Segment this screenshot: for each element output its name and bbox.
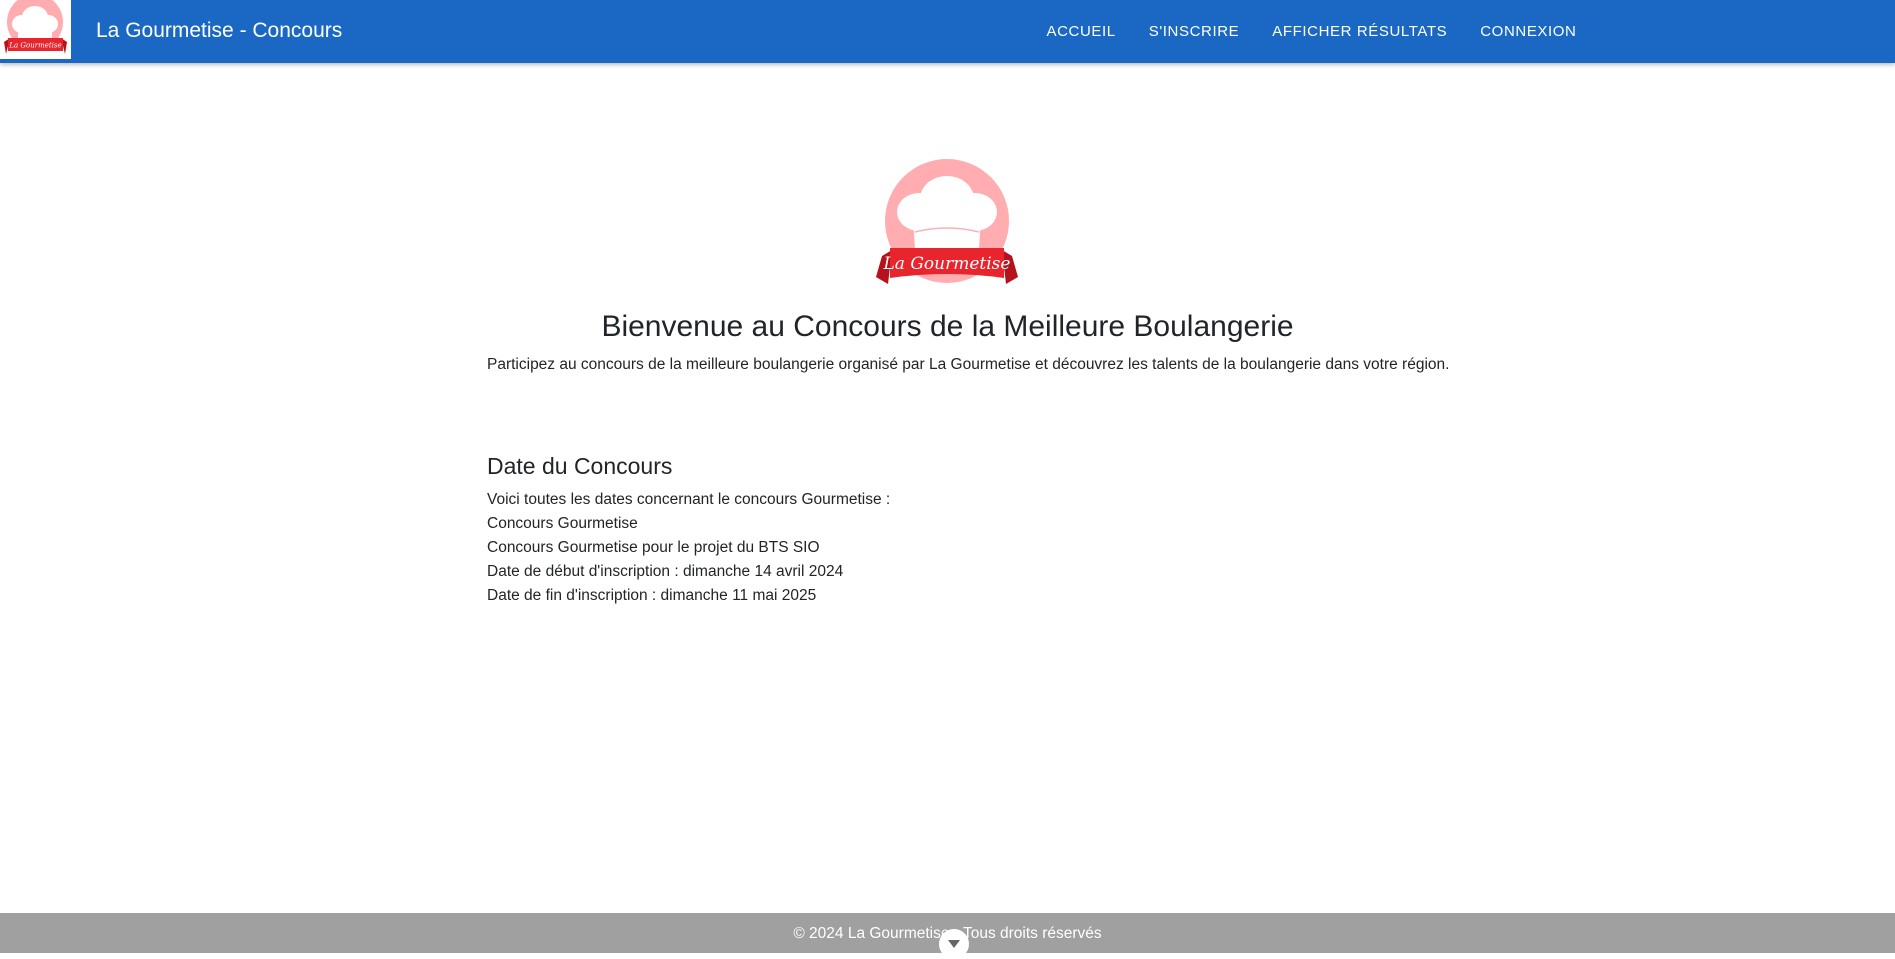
- dates-info: Voici toutes les dates concernant le con…: [487, 488, 890, 608]
- intro-text: Participez au concours de la meilleure b…: [487, 356, 1450, 373]
- nav-link-resultats[interactable]: Afficher résultats: [1256, 23, 1464, 40]
- hero-logo: La Gourmetise: [876, 158, 1018, 290]
- nav-link-inscrire[interactable]: S'inscrire: [1132, 23, 1256, 40]
- nav-link-connexion[interactable]: Connexion: [1464, 23, 1593, 40]
- chef-hat-logo-icon: La Gourmetise: [876, 159, 1018, 284]
- scroll-toggle-button[interactable]: [939, 929, 969, 959]
- navbar-brand[interactable]: La Gourmetise - Concours: [96, 19, 342, 43]
- registration-end-date: Date de fin d'inscription : dimanche 11 …: [487, 587, 817, 604]
- navbar-logo-text: La Gourmetise: [8, 42, 61, 50]
- registration-start-date: Date de début d'inscription : dimanche 1…: [487, 563, 844, 580]
- contest-description: Concours Gourmetise pour le projet du BT…: [487, 539, 820, 556]
- hero-logo-text: La Gourmetise: [883, 254, 1011, 274]
- top-navbar: La Gourmetise La Gourmetise - Concours A…: [0, 0, 1895, 63]
- chevron-down-icon: [948, 940, 960, 948]
- navbar-logo[interactable]: La Gourmetise: [0, 0, 71, 59]
- page-title: Bienvenue au Concours de la Meilleure Bo…: [601, 310, 1294, 343]
- section-title-dates: Date du Concours: [487, 453, 673, 479]
- contest-name: Concours Gourmetise: [487, 515, 638, 532]
- nav-menu: Accueil S'inscrire Afficher résultats Co…: [1030, 0, 1593, 63]
- dates-intro-line: Voici toutes les dates concernant le con…: [487, 491, 891, 508]
- nav-link-accueil[interactable]: Accueil: [1030, 23, 1132, 40]
- chef-hat-logo-icon: La Gourmetise: [4, 0, 67, 54]
